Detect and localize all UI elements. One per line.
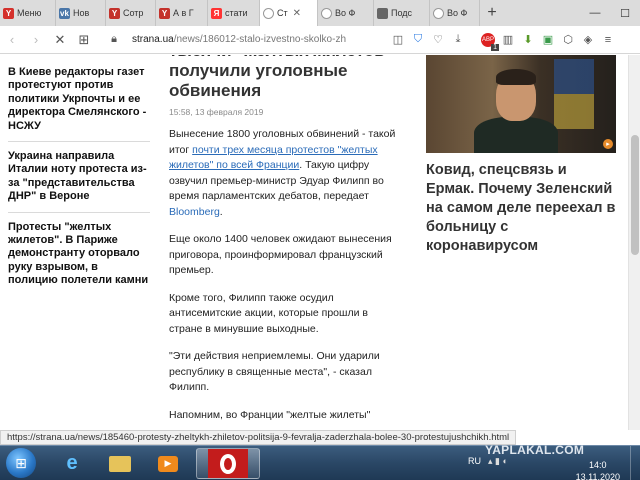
tab-5-active[interactable]: Ст ✕ (260, 0, 318, 26)
menu-icon[interactable]: ≡ (599, 31, 617, 49)
loading-icon (433, 7, 444, 19)
news-sidebar: В Киеве редакторы газет протестуют проти… (8, 66, 150, 304)
back-icon[interactable]: ‹ (0, 28, 24, 52)
shield-icon[interactable]: ⛉ (409, 31, 427, 49)
show-desktop-button[interactable] (630, 446, 640, 480)
play-icon: ▸ (603, 139, 613, 149)
status-url: https://strana.ua/news/185460-protesty-z… (0, 430, 517, 445)
side-story[interactable]: ▸ Ковид, спецсвязь и Ермак. Почему Зелен… (426, 55, 616, 256)
news-link[interactable]: Украина направила Италии ноту протеста и… (8, 150, 150, 213)
loading-icon (321, 7, 332, 19)
forward-icon[interactable]: › (24, 28, 48, 52)
tab-favicon: vk (59, 7, 70, 19)
camera-icon[interactable]: ◫ (389, 31, 407, 49)
tab-favicon: Y (159, 7, 170, 19)
news-link[interactable]: Протесты "желтых жилетов". В Париже демо… (8, 221, 150, 296)
new-tab-button[interactable]: + (480, 0, 504, 26)
ie-app[interactable]: e (50, 448, 94, 479)
internet-explorer-icon: e (66, 452, 78, 474)
watermark: YAPLAKAL.COM (485, 443, 585, 457)
adblock-badge: 1 (491, 43, 499, 51)
tab-strip: Y Меню vk Нов Y Сотр Y А в Г Я стати Ст … (0, 0, 640, 26)
start-button[interactable]: ⊞ (6, 448, 36, 478)
tray-icons[interactable]: ▴ ▮ ◐ (488, 456, 508, 467)
tab-label: стати (225, 8, 248, 18)
minimize-icon[interactable]: — (580, 0, 610, 26)
page-content: В Киеве редакторы газет протестуют проти… (0, 55, 640, 430)
lock-icon: 🔒︎ (111, 33, 117, 45)
cube-icon[interactable]: ⬡ (559, 31, 577, 49)
tab-4[interactable]: Я стати (208, 0, 260, 26)
tab-label: А в Г (173, 8, 194, 18)
close-icon[interactable]: ✕ (293, 8, 301, 19)
article-paragraph: Кроме того, Филипп также осудил антисеми… (169, 291, 368, 335)
tab-favicon: Y (3, 7, 14, 19)
stop-icon[interactable]: ✕ (48, 28, 72, 52)
article-paragraph: Вынесение 1800 уголовных обвинений - так… (169, 127, 401, 220)
media-player-icon: ▶ (158, 455, 178, 472)
browser-window: Y Меню vk Нов Y Сотр Y А в Г Я стати Ст … (0, 0, 640, 480)
tab-label: Сотр (123, 8, 144, 18)
heart-icon[interactable]: ♡ (429, 31, 447, 49)
tab-2[interactable]: Y Сотр (106, 0, 156, 26)
article-title: тысячи "желтых жилетов" получили уголовн… (169, 55, 393, 100)
vpn-icon[interactable]: ▣ (539, 31, 557, 49)
article-date: 15:58, 13 февраля 2019 (169, 107, 264, 117)
window-controls: — ☐ (580, 0, 640, 26)
tab-0[interactable]: Y Меню (0, 0, 56, 26)
article-paragraph: Напомним, во Франции "желтые жилеты" (169, 408, 371, 421)
tab-7[interactable]: Подс (374, 0, 430, 26)
story-title[interactable]: Ковид, спецсвязь и Ермак. Почему Зеленск… (426, 161, 616, 256)
clock-date: 13.11.2020 (575, 472, 620, 480)
clock[interactable]: 14:0 13.11.2020 (576, 459, 620, 480)
media-app[interactable]: ▶ (146, 448, 190, 479)
maximize-icon[interactable]: ☐ (610, 0, 640, 26)
save-icon[interactable]: ⬇ (519, 31, 537, 49)
opera-icon (208, 449, 248, 478)
speed-dial-icon[interactable]: ⊞ (72, 28, 96, 52)
paragraph-text: . (219, 205, 223, 218)
news-link[interactable]: В Киеве редакторы газет протестуют проти… (8, 66, 150, 143)
adblock-icon[interactable]: ABP 1 (479, 31, 499, 51)
download-icon[interactable]: ⤓ (449, 31, 467, 49)
clock-time: 14:0 (589, 460, 607, 470)
url-path: /news/186012-stalo-izvestno-skolko-zh (173, 34, 347, 45)
flow-icon[interactable]: ◈ (579, 31, 597, 49)
taskbar: ⊞ e ▶ YAPLAKAL.COM RU ▴ ▮ ◐ 14:0 13.11.2… (0, 443, 640, 480)
tab-label: Ст (277, 8, 288, 18)
article: тысячи "желтых жилетов" получили уголовн… (169, 55, 401, 430)
article-paragraph: "Эти действия неприемлемы. Они ударили р… (169, 350, 380, 393)
tab-label: Нов (73, 8, 90, 18)
tab-label: Меню (17, 8, 42, 18)
language-indicator[interactable]: RU (468, 456, 481, 466)
scroll-thumb[interactable] (631, 135, 639, 255)
article-paragraph: Еще около 1400 человек ожидают вынесения… (169, 233, 392, 276)
url-host: strana.ua (132, 34, 174, 45)
address-toolbar: ‹ › ✕ ⊞ 🔒︎ strana.ua/news/186012-stalo-i… (0, 26, 640, 54)
address-input[interactable]: strana.ua/news/186012-stalo-izvestno-sko… (132, 34, 387, 45)
tab-favicon: Y (109, 7, 120, 19)
tab-label: Подс (391, 8, 413, 18)
tab-favicon: Я (211, 7, 222, 19)
source-link[interactable]: Bloomberg (169, 206, 220, 218)
tab-label: Во Ф (447, 8, 468, 18)
tab-label: Во Ф (335, 8, 356, 18)
tab-3[interactable]: Y А в Г (156, 0, 208, 26)
explorer-app[interactable] (98, 448, 142, 479)
page-scrollbar[interactable] (628, 55, 640, 430)
document-icon (377, 7, 388, 19)
loading-icon (263, 7, 274, 19)
opera-app[interactable] (196, 448, 260, 479)
tab-6[interactable]: Во Ф (318, 0, 374, 26)
extension-icon[interactable]: ▥ (499, 31, 517, 49)
folder-icon (109, 455, 131, 472)
tab-8[interactable]: Во Ф (430, 0, 480, 26)
story-photo[interactable]: ▸ (426, 55, 616, 153)
tab-1[interactable]: vk Нов (56, 0, 106, 26)
